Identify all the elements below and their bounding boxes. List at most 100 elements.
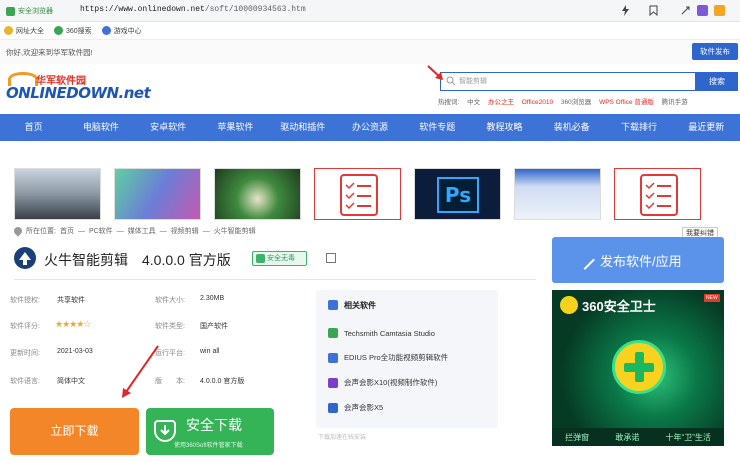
hot-word-link[interactable]: 办公之王	[488, 99, 514, 106]
secure-badge: 安全浏览器	[6, 5, 53, 17]
shield-download-icon	[154, 420, 176, 442]
breadcrumb-link[interactable]: 视频剪辑	[171, 226, 199, 236]
shield-check-icon	[256, 254, 265, 263]
install-hint: 下载加速在线安装	[318, 435, 367, 441]
software-icon	[14, 247, 36, 269]
related-item[interactable]: 会声会影X5	[328, 402, 383, 413]
publish-app-button[interactable]: 发布软件/应用	[552, 237, 724, 283]
site-icon	[54, 26, 63, 35]
screenshot-thumb[interactable]	[614, 168, 701, 220]
software-title: 火牛智能剪辑 4.0.0.0 官方版	[44, 252, 231, 268]
info-label: 软件类型:	[155, 323, 185, 330]
search-box[interactable]: 智能剪辑	[440, 72, 696, 91]
ad-banner-360[interactable]: 360安全卫士 NEW 拦弹窗 敢承诺 十年“卫”生活	[552, 290, 724, 446]
nav-topics[interactable]: 软件专题	[404, 114, 471, 141]
checklist-icon	[340, 174, 378, 216]
bookmark-item[interactable]: 网址大全	[4, 26, 44, 36]
related-software-panel: 相关软件 Techsmith Camtasia Studio EDIUS Pro…	[316, 290, 498, 428]
search-button[interactable]: 搜索	[696, 72, 738, 91]
breadcrumb-link[interactable]: PC软件	[89, 226, 113, 236]
hot-word-link[interactable]: 360浏览器	[561, 99, 591, 106]
related-item[interactable]: Techsmith Camtasia Studio	[328, 328, 435, 338]
screenshot-thumb[interactable]: Ps	[414, 168, 501, 220]
license-value: 共享软件	[57, 297, 85, 304]
hot-word-link[interactable]: 腾讯手游	[662, 99, 688, 106]
info-label: 软件语言:	[10, 378, 40, 385]
tools-icon[interactable]	[680, 5, 691, 16]
language-value: 简体中文	[57, 378, 85, 385]
nav-tutorials[interactable]: 教程攻略	[471, 114, 538, 141]
publish-software-button[interactable]: 软件发布	[692, 43, 738, 60]
ad-slogan: 拦弹窗 敢承诺 十年“卫”生活	[552, 428, 724, 446]
360-logo-icon	[560, 296, 578, 314]
pen-icon	[575, 250, 595, 270]
bookmark-item[interactable]: 360搜索	[54, 26, 92, 36]
screenshot-thumb[interactable]	[514, 168, 601, 220]
bookmark-icon[interactable]	[648, 5, 659, 17]
screenshot-thumb[interactable]	[14, 168, 101, 220]
nav-pc-software[interactable]: 电脑软件	[67, 114, 134, 141]
related-item[interactable]: 会声会影X10(视频制作软件)	[328, 377, 437, 388]
nav-apple[interactable]: 苹果软件	[202, 114, 269, 141]
photoshop-icon: Ps	[437, 177, 479, 213]
download-now-button[interactable]: 立即下载	[10, 408, 139, 455]
site-logo[interactable]: 华军软件园 ONLINEDOWN.net	[6, 70, 151, 114]
bookmarks-bar: 网址大全 360搜索 游戏中心	[0, 22, 740, 40]
screenshot-thumb[interactable]	[314, 168, 401, 220]
nav-latest[interactable]: 最近更新	[673, 114, 740, 141]
app-icon	[328, 352, 338, 363]
nav-essentials[interactable]: 装机必备	[538, 114, 605, 141]
rating-stars: ★★★★☆	[55, 319, 91, 329]
update-date-value: 2021-03-03	[57, 348, 93, 355]
size-value: 2.30MB	[200, 295, 225, 302]
screenshot-thumb[interactable]	[214, 168, 301, 220]
type-value: 国产软件	[200, 323, 228, 330]
user-icon[interactable]	[714, 5, 725, 16]
hot-word-link[interactable]: Office2010	[522, 99, 553, 106]
app-icon	[328, 377, 338, 388]
lightning-icon[interactable]	[620, 5, 631, 16]
info-label: 运行平台:	[155, 350, 185, 357]
top-strip	[0, 40, 740, 64]
breadcrumb-link[interactable]: 媒体工具	[128, 226, 156, 236]
location-icon	[12, 225, 24, 237]
info-label: 软件授权:	[10, 297, 40, 304]
site-icon	[101, 26, 111, 35]
bookmark-item[interactable]: 游戏中心	[101, 26, 142, 36]
site-icon	[4, 26, 13, 35]
related-item[interactable]: EDIUS Pro全功能视频剪辑软件	[328, 352, 448, 363]
breadcrumb-link[interactable]: 首页	[60, 226, 74, 236]
nav-office[interactable]: 办公资源	[336, 114, 403, 141]
info-label: 版 本:	[155, 378, 185, 385]
safe-badge: 安全无毒	[252, 251, 307, 266]
nav-home[interactable]: 首页	[0, 114, 67, 141]
logo-en: ONLINEDOWN.net	[6, 84, 151, 102]
related-icon	[328, 300, 338, 310]
qr-code-icon[interactable]	[326, 253, 336, 263]
screenshot-thumb[interactable]	[114, 168, 201, 220]
search-input[interactable]: 智能剪辑	[459, 76, 487, 86]
arrow-to-download	[122, 345, 159, 398]
version-value: 4.0.0.0 官方版	[200, 378, 245, 385]
related-title: 相关软件	[344, 301, 376, 310]
nav-drivers[interactable]: 驱动和插件	[269, 114, 336, 141]
nav-android[interactable]: 安卓软件	[135, 114, 202, 141]
app-icon	[328, 328, 338, 338]
url-field[interactable]: https://www.onlinedown.net/soft/10000934…	[80, 5, 306, 14]
hot-word-link[interactable]: WPS Office 普通版	[599, 99, 654, 106]
info-label: 软件评分:	[10, 323, 40, 330]
extension-icon[interactable]	[697, 5, 708, 16]
breadcrumb-current: 火牛智能剪辑	[213, 228, 256, 235]
search-icon	[446, 76, 456, 86]
breadcrumb: 所在位置: 首页 — PC软件 — 媒体工具 — 视频剪辑 — 火牛智能剪辑	[12, 225, 256, 237]
hot-words: 热搜词: 中文 办公之王 Office2010 360浏览器 WPS Offic…	[438, 99, 688, 106]
nav-rankings[interactable]: 下载排行	[605, 114, 672, 141]
shield-icon	[6, 6, 15, 16]
welcome-text: 你好,欢迎来到华军软件园!	[6, 48, 93, 57]
info-label: 更新时间:	[10, 350, 40, 357]
safe-download-button[interactable]: 安全下载 使用360Soft软件管家下载	[146, 408, 274, 455]
screenshot-strip: Ps	[14, 168, 704, 220]
main-nav: 首页 电脑软件 安卓软件 苹果软件 驱动和插件 办公资源 软件专题 教程攻略 装…	[0, 114, 740, 141]
app-icon	[328, 402, 338, 413]
hot-word-link[interactable]: 中文	[467, 99, 480, 106]
